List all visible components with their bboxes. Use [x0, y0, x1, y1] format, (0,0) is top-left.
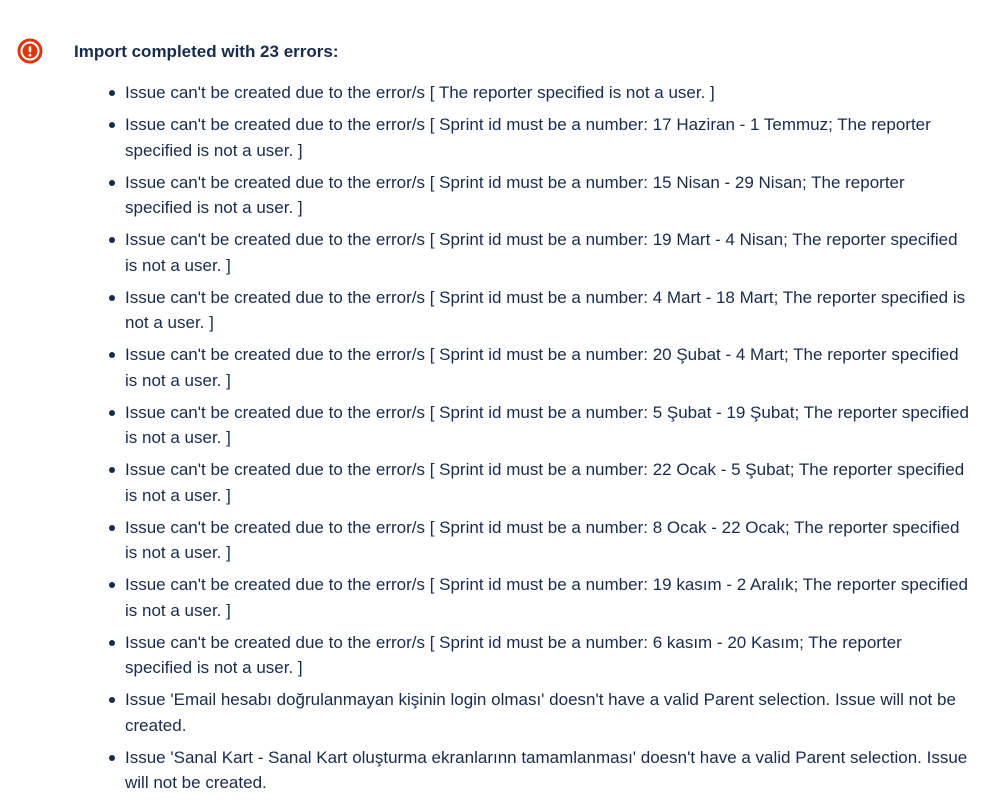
error-list-item: Issue can't be created due to the error/…: [109, 170, 970, 221]
import-summary-title: Import completed with 23 errors:: [74, 42, 339, 61]
error-list-item: Issue can't be created due to the error/…: [109, 457, 970, 508]
error-list-item: Issue can't be created due to the error/…: [109, 285, 970, 336]
error-list-item: Issue can't be created due to the error/…: [109, 572, 970, 623]
error-list-item: Issue can't be created due to the error/…: [109, 515, 970, 566]
error-list-item: Issue 'Sanal Kart - Sanal Kart oluşturma…: [109, 745, 970, 796]
error-list-item: Issue can't be created due to the error/…: [109, 400, 970, 451]
error-list: Issue can't be created due to the error/…: [109, 80, 970, 802]
error-list-item: Issue can't be created due to the error/…: [109, 80, 970, 106]
error-list-item: Issue 'Email hesabı doğrulanmayan kişini…: [109, 687, 970, 738]
error-circle-icon: [17, 38, 43, 64]
import-error-panel: Import completed with 23 errors: Issue c…: [0, 0, 999, 795]
error-list-item: Issue can't be created due to the error/…: [109, 342, 970, 393]
error-list-item: Issue can't be created due to the error/…: [109, 630, 970, 681]
error-list-item: Issue can't be created due to the error/…: [109, 112, 970, 163]
error-list-item: Issue can't be created due to the error/…: [109, 227, 970, 278]
